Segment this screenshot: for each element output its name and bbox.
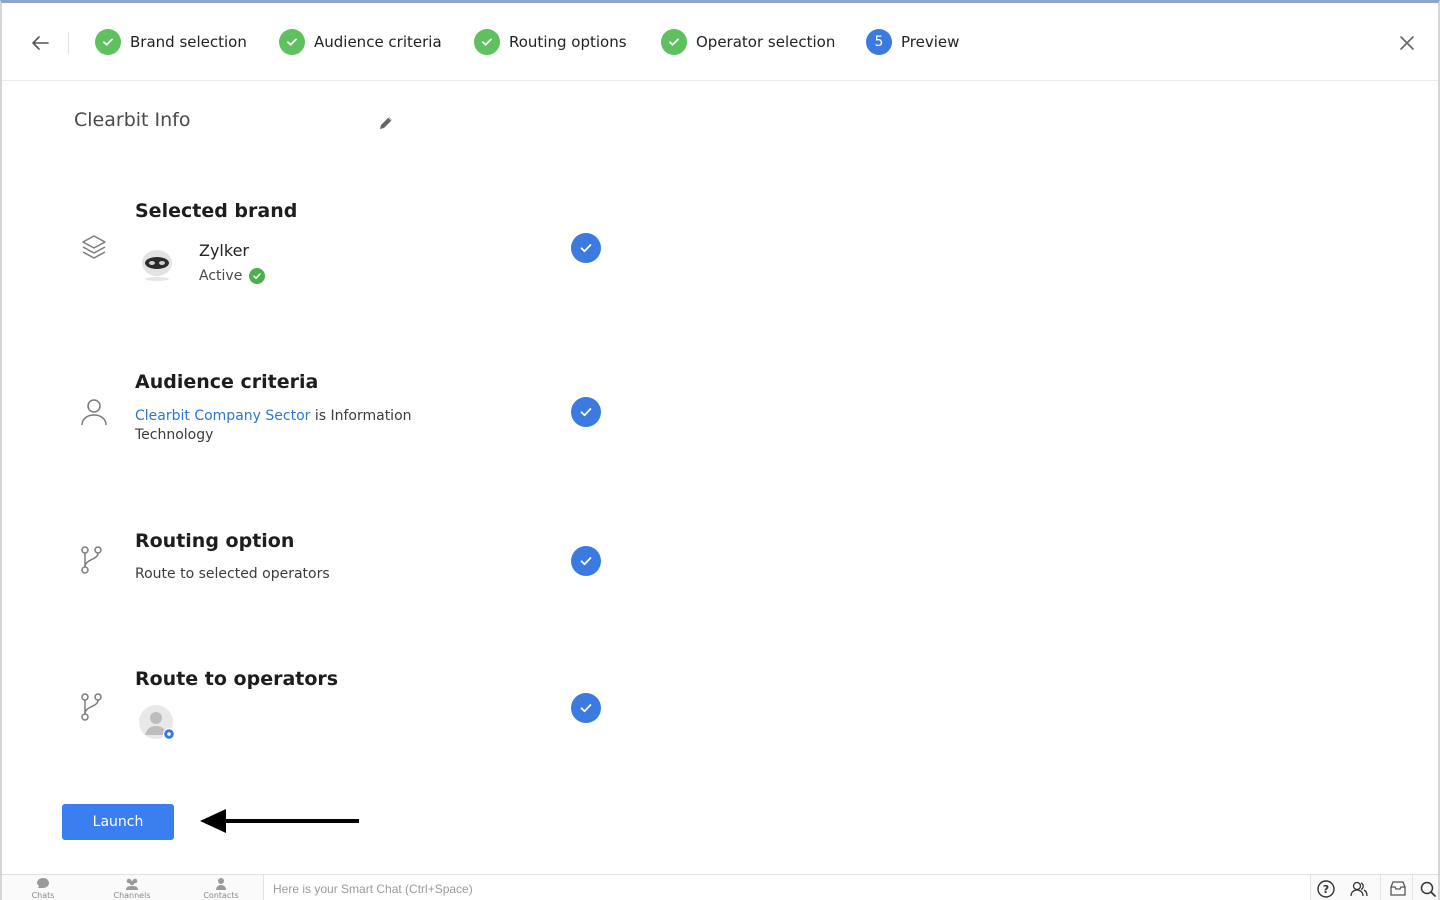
launch-button[interactable]: Launch [62, 804, 174, 840]
bottom-nav-label: Contacts [203, 891, 239, 900]
step-label: Brand selection [130, 33, 247, 51]
group-icon [126, 878, 138, 890]
bottom-nav-channels[interactable]: Channels [102, 877, 162, 900]
brand-status-label: Active [199, 268, 243, 284]
step-audience-criteria[interactable]: Audience criteria [279, 27, 442, 57]
bottom-divider [1380, 875, 1381, 900]
bottom-nav-label: Chats [31, 891, 55, 900]
header-divider [68, 32, 69, 54]
brand-complete-check-icon [571, 233, 601, 263]
step-label: Operator selection [696, 33, 836, 51]
smart-chat-input[interactable] [264, 875, 1310, 900]
step-routing-options[interactable]: Routing options [474, 27, 627, 57]
bottom-bar: Chats Channels Contacts ? [2, 874, 1438, 900]
stepper-header: Brand selection Audience criteria Routin… [2, 3, 1438, 81]
bottom-divider [1310, 875, 1311, 900]
bottom-nav-chats[interactable]: Chats [13, 877, 73, 900]
active-check-icon [249, 268, 266, 284]
routing-text: Route to selected operators [135, 566, 330, 582]
notification-tray-icon[interactable] [1388, 879, 1408, 899]
close-icon[interactable] [1395, 31, 1419, 55]
step-brand-selection[interactable]: Brand selection [95, 27, 247, 57]
section-title-routing: Routing option [135, 530, 295, 552]
bottom-nav-label: Channels [113, 891, 151, 900]
search-icon[interactable] [1418, 879, 1438, 899]
criteria-field-link[interactable]: Clearbit Company Sector [135, 408, 310, 424]
section-title-operators: Route to operators [135, 668, 339, 690]
contact-icon [216, 878, 226, 890]
step-done-check-icon [474, 29, 500, 55]
chat-bubble-icon [37, 878, 49, 888]
brand-logo [137, 243, 177, 283]
layers-icon [80, 233, 110, 265]
routing-complete-check-icon [571, 546, 601, 576]
operators-complete-check-icon [571, 693, 601, 723]
pointer-arrow-icon [198, 807, 364, 835]
step-label: Audience criteria [314, 33, 442, 51]
branch-icon [80, 545, 110, 577]
user-icon [80, 397, 110, 429]
brand-name: Zylker [199, 241, 249, 260]
users-icon[interactable] [1349, 879, 1369, 899]
step-number-badge: 5 [866, 29, 892, 55]
section-title-brand: Selected brand [135, 200, 298, 222]
pencil-icon[interactable] [376, 113, 396, 133]
audience-complete-check-icon [571, 397, 601, 427]
step-done-check-icon [95, 29, 121, 55]
step-label: Routing options [509, 33, 627, 51]
page-title: Clearbit Info [74, 109, 191, 131]
svg-text:?: ? [1323, 883, 1329, 896]
app-window: Brand selection Audience criteria Routin… [0, 0, 1440, 900]
audience-criteria-text: Clearbit Company Sector is Information T… [135, 407, 415, 445]
branch-icon [80, 692, 110, 724]
step-done-check-icon [279, 29, 305, 55]
help-icon[interactable]: ? [1316, 879, 1336, 899]
section-title-audience: Audience criteria [135, 371, 319, 393]
step-done-check-icon [661, 29, 687, 55]
step-operator-selection[interactable]: Operator selection [661, 27, 835, 57]
brand-status: Active [199, 268, 266, 284]
bottom-divider [1412, 875, 1413, 900]
step-preview[interactable]: 5 Preview [866, 27, 959, 57]
back-arrow-icon[interactable] [28, 31, 52, 55]
operator-avatar[interactable] [137, 703, 177, 743]
step-label: Preview [901, 33, 960, 51]
bottom-nav-contacts[interactable]: Contacts [191, 877, 251, 900]
